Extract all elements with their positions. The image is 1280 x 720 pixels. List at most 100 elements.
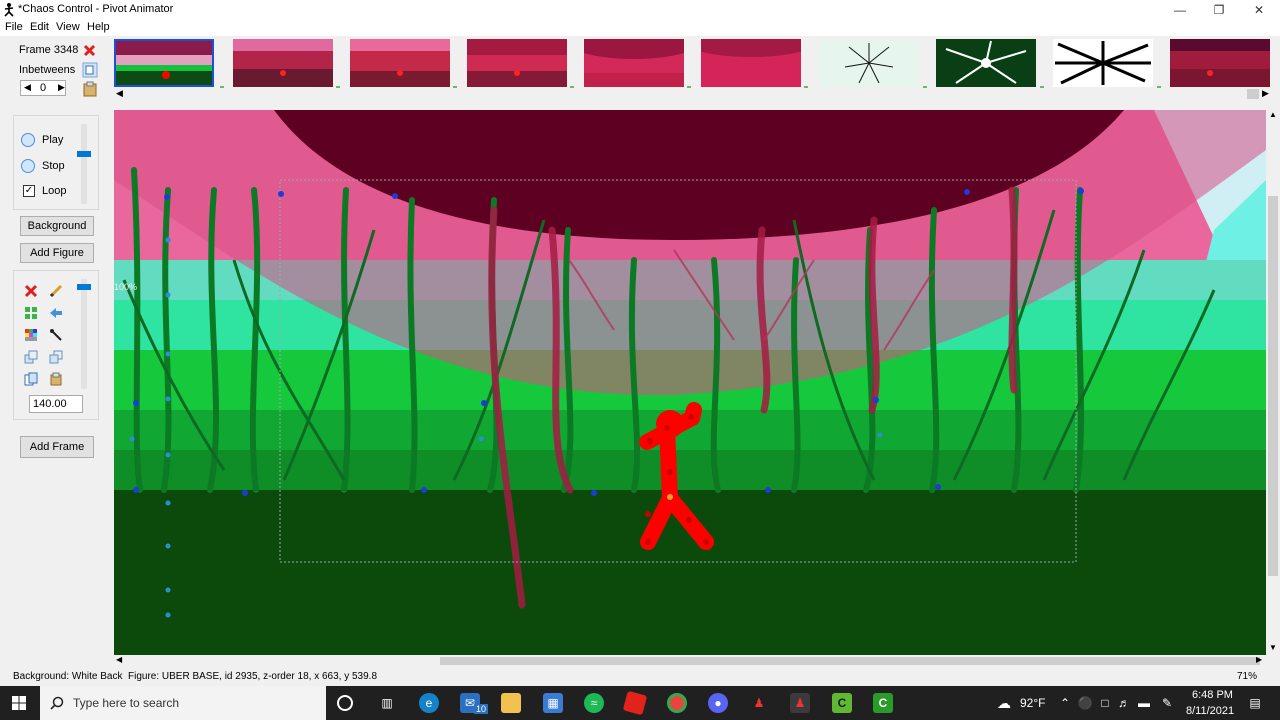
inbetweens-label: Inbetweens xyxy=(19,64,76,76)
scene-drawing[interactable] xyxy=(114,110,1266,655)
background-button[interactable]: Background xyxy=(20,216,94,236)
copy-frame-icon[interactable] xyxy=(82,62,98,78)
paste-frame-icon[interactable] xyxy=(82,81,98,97)
paste-figure-icon[interactable] xyxy=(49,372,63,386)
scroll-left-icon[interactable]: ◀ xyxy=(116,655,122,664)
center-figure-icon[interactable] xyxy=(24,306,38,320)
cortana-icon[interactable] xyxy=(337,695,353,711)
status-bar: Background: White Back Figure: UBER BASE… xyxy=(0,668,1280,686)
mail-badge: 10 xyxy=(474,704,489,714)
delete-frame-icon[interactable] xyxy=(83,44,96,57)
menu-view[interactable]: View xyxy=(56,21,80,33)
microphone-icon[interactable]: ⚫ xyxy=(1075,693,1095,713)
roblox-icon[interactable] xyxy=(622,690,648,716)
file-explorer-icon[interactable] xyxy=(501,693,521,713)
notifications-icon[interactable]: ▤ xyxy=(1245,693,1265,713)
copy-figure-icon[interactable] xyxy=(24,372,38,386)
chevron-up-icon[interactable]: ⌃ xyxy=(1055,693,1075,713)
loop-checkbox[interactable]: ✓ xyxy=(23,185,35,197)
stop-radio[interactable] xyxy=(21,159,35,173)
inbetweens-stepper[interactable]: ◀ 0 ▶ xyxy=(20,80,66,96)
stop-label[interactable]: Stop xyxy=(42,160,65,172)
search-icon xyxy=(50,696,64,710)
scroll-up-icon[interactable]: ▲ xyxy=(1269,110,1277,119)
zoom-marker: 100% xyxy=(114,282,138,292)
pivot-taskbar-icon[interactable]: ♟ xyxy=(749,693,769,713)
edit-figure-icon[interactable] xyxy=(49,284,63,298)
title-bar: *Chaos Control - Pivot Animator — ❐ ✕ xyxy=(0,0,1280,20)
pen-icon[interactable]: ✎ xyxy=(1157,693,1177,713)
play-label[interactable]: Play xyxy=(42,134,63,146)
pivot-app-icon xyxy=(4,3,14,17)
weather-icon[interactable]: ☁ xyxy=(994,693,1014,713)
frame-strip-scrollbar[interactable]: ◀ ▶ xyxy=(114,88,1272,100)
figure-scale-input[interactable]: 140.00 xyxy=(29,395,83,413)
stepper-left-icon[interactable]: ◀ xyxy=(24,82,31,93)
delete-figure-icon[interactable] xyxy=(24,284,38,298)
inbetweens-value: 0 xyxy=(40,82,47,94)
app-c2-icon[interactable]: C xyxy=(873,693,893,713)
scale-slider-thumb[interactable] xyxy=(77,284,91,290)
clock-time[interactable]: 6:48 PM xyxy=(1192,689,1233,701)
windows-start-icon[interactable] xyxy=(12,696,26,710)
vertical-scroll-thumb[interactable] xyxy=(1268,196,1278,576)
menu-bar: File Edit View Help xyxy=(0,20,1280,36)
spotify-icon[interactable]: ≈ xyxy=(584,693,604,713)
add-frame-button[interactable]: Add Frame xyxy=(20,436,94,458)
join-figure-icon[interactable] xyxy=(49,328,63,342)
menu-file[interactable]: File xyxy=(5,21,23,33)
scroll-down-icon[interactable]: ▼ xyxy=(1269,643,1277,652)
frame-thumbnail[interactable] xyxy=(114,39,214,87)
canvas-vertical-scrollbar[interactable]: ▲ ▼ xyxy=(1266,110,1280,655)
windows-taskbar: Type here to search ▥ e ✉ 10 ▦ ≈ ● ♟ ♟ C… xyxy=(0,686,1280,720)
frame-thumbnail[interactable] xyxy=(1170,39,1270,87)
temperature[interactable]: 92°F xyxy=(1020,696,1045,710)
restore-icon[interactable]: ❐ xyxy=(1199,0,1239,20)
animation-canvas[interactable]: 100% xyxy=(114,110,1266,655)
frame-thumbnail[interactable] xyxy=(233,39,333,87)
scroll-right-icon[interactable]: ▶ xyxy=(1262,88,1269,99)
scroll-left-icon[interactable]: ◀ xyxy=(116,88,123,99)
bring-front-icon[interactable] xyxy=(49,350,63,364)
close-window-icon[interactable]: ✕ xyxy=(1239,0,1279,20)
frame-thumbnail[interactable] xyxy=(819,39,919,87)
window-title: *Chaos Control - Pivot Animator xyxy=(18,3,174,15)
network-icon[interactable]: □ xyxy=(1095,693,1115,713)
chrome-icon[interactable] xyxy=(667,693,687,713)
speed-slider-thumb[interactable] xyxy=(77,151,91,157)
taskbar-search[interactable]: Type here to search xyxy=(40,686,326,720)
pivot-active-taskbar-icon[interactable]: ♟ xyxy=(790,693,810,713)
play-radio[interactable] xyxy=(21,133,35,147)
scroll-thumb[interactable] xyxy=(1247,89,1259,99)
frame-thumbnail[interactable] xyxy=(467,39,567,87)
frame-thumbnail[interactable] xyxy=(1053,39,1153,87)
task-view-icon[interactable]: ▥ xyxy=(377,693,397,713)
loop-label[interactable]: Loop xyxy=(42,185,66,197)
frame-thumbnail[interactable] xyxy=(584,39,684,87)
color-figure-icon[interactable] xyxy=(24,328,38,342)
minimize-icon[interactable]: — xyxy=(1160,0,1200,20)
scale-slider-track[interactable] xyxy=(81,279,87,389)
status-background: Background: White Back xyxy=(13,671,123,682)
add-figure-button[interactable]: Add Figure xyxy=(20,243,94,263)
send-back-icon[interactable] xyxy=(24,350,38,364)
flip-figure-icon[interactable] xyxy=(49,306,63,320)
frame-thumbnail[interactable] xyxy=(350,39,450,87)
battery-icon[interactable]: ▬ xyxy=(1134,693,1154,713)
frame-thumbnail[interactable] xyxy=(701,39,801,87)
store-icon[interactable]: ▦ xyxy=(543,693,563,713)
canvas-horizontal-scrollbar[interactable]: ◀ ▶ xyxy=(114,655,1266,667)
menu-help[interactable]: Help xyxy=(87,21,110,33)
horizontal-scroll-thumb[interactable] xyxy=(440,657,1260,665)
speed-slider-track[interactable] xyxy=(81,124,87,204)
clock-date[interactable]: 8/11/2021 xyxy=(1186,705,1234,717)
edge-icon[interactable]: e xyxy=(419,693,439,713)
search-placeholder: Type here to search xyxy=(73,696,180,710)
discord-icon[interactable]: ● xyxy=(708,693,728,713)
volume-icon[interactable]: ♬ xyxy=(1114,693,1134,713)
app-c-icon[interactable]: C xyxy=(832,693,852,713)
stepper-right-icon[interactable]: ▶ xyxy=(58,82,65,93)
frame-thumbnail[interactable] xyxy=(936,39,1036,87)
scroll-right-icon[interactable]: ▶ xyxy=(1256,655,1262,664)
menu-edit[interactable]: Edit xyxy=(30,21,49,33)
